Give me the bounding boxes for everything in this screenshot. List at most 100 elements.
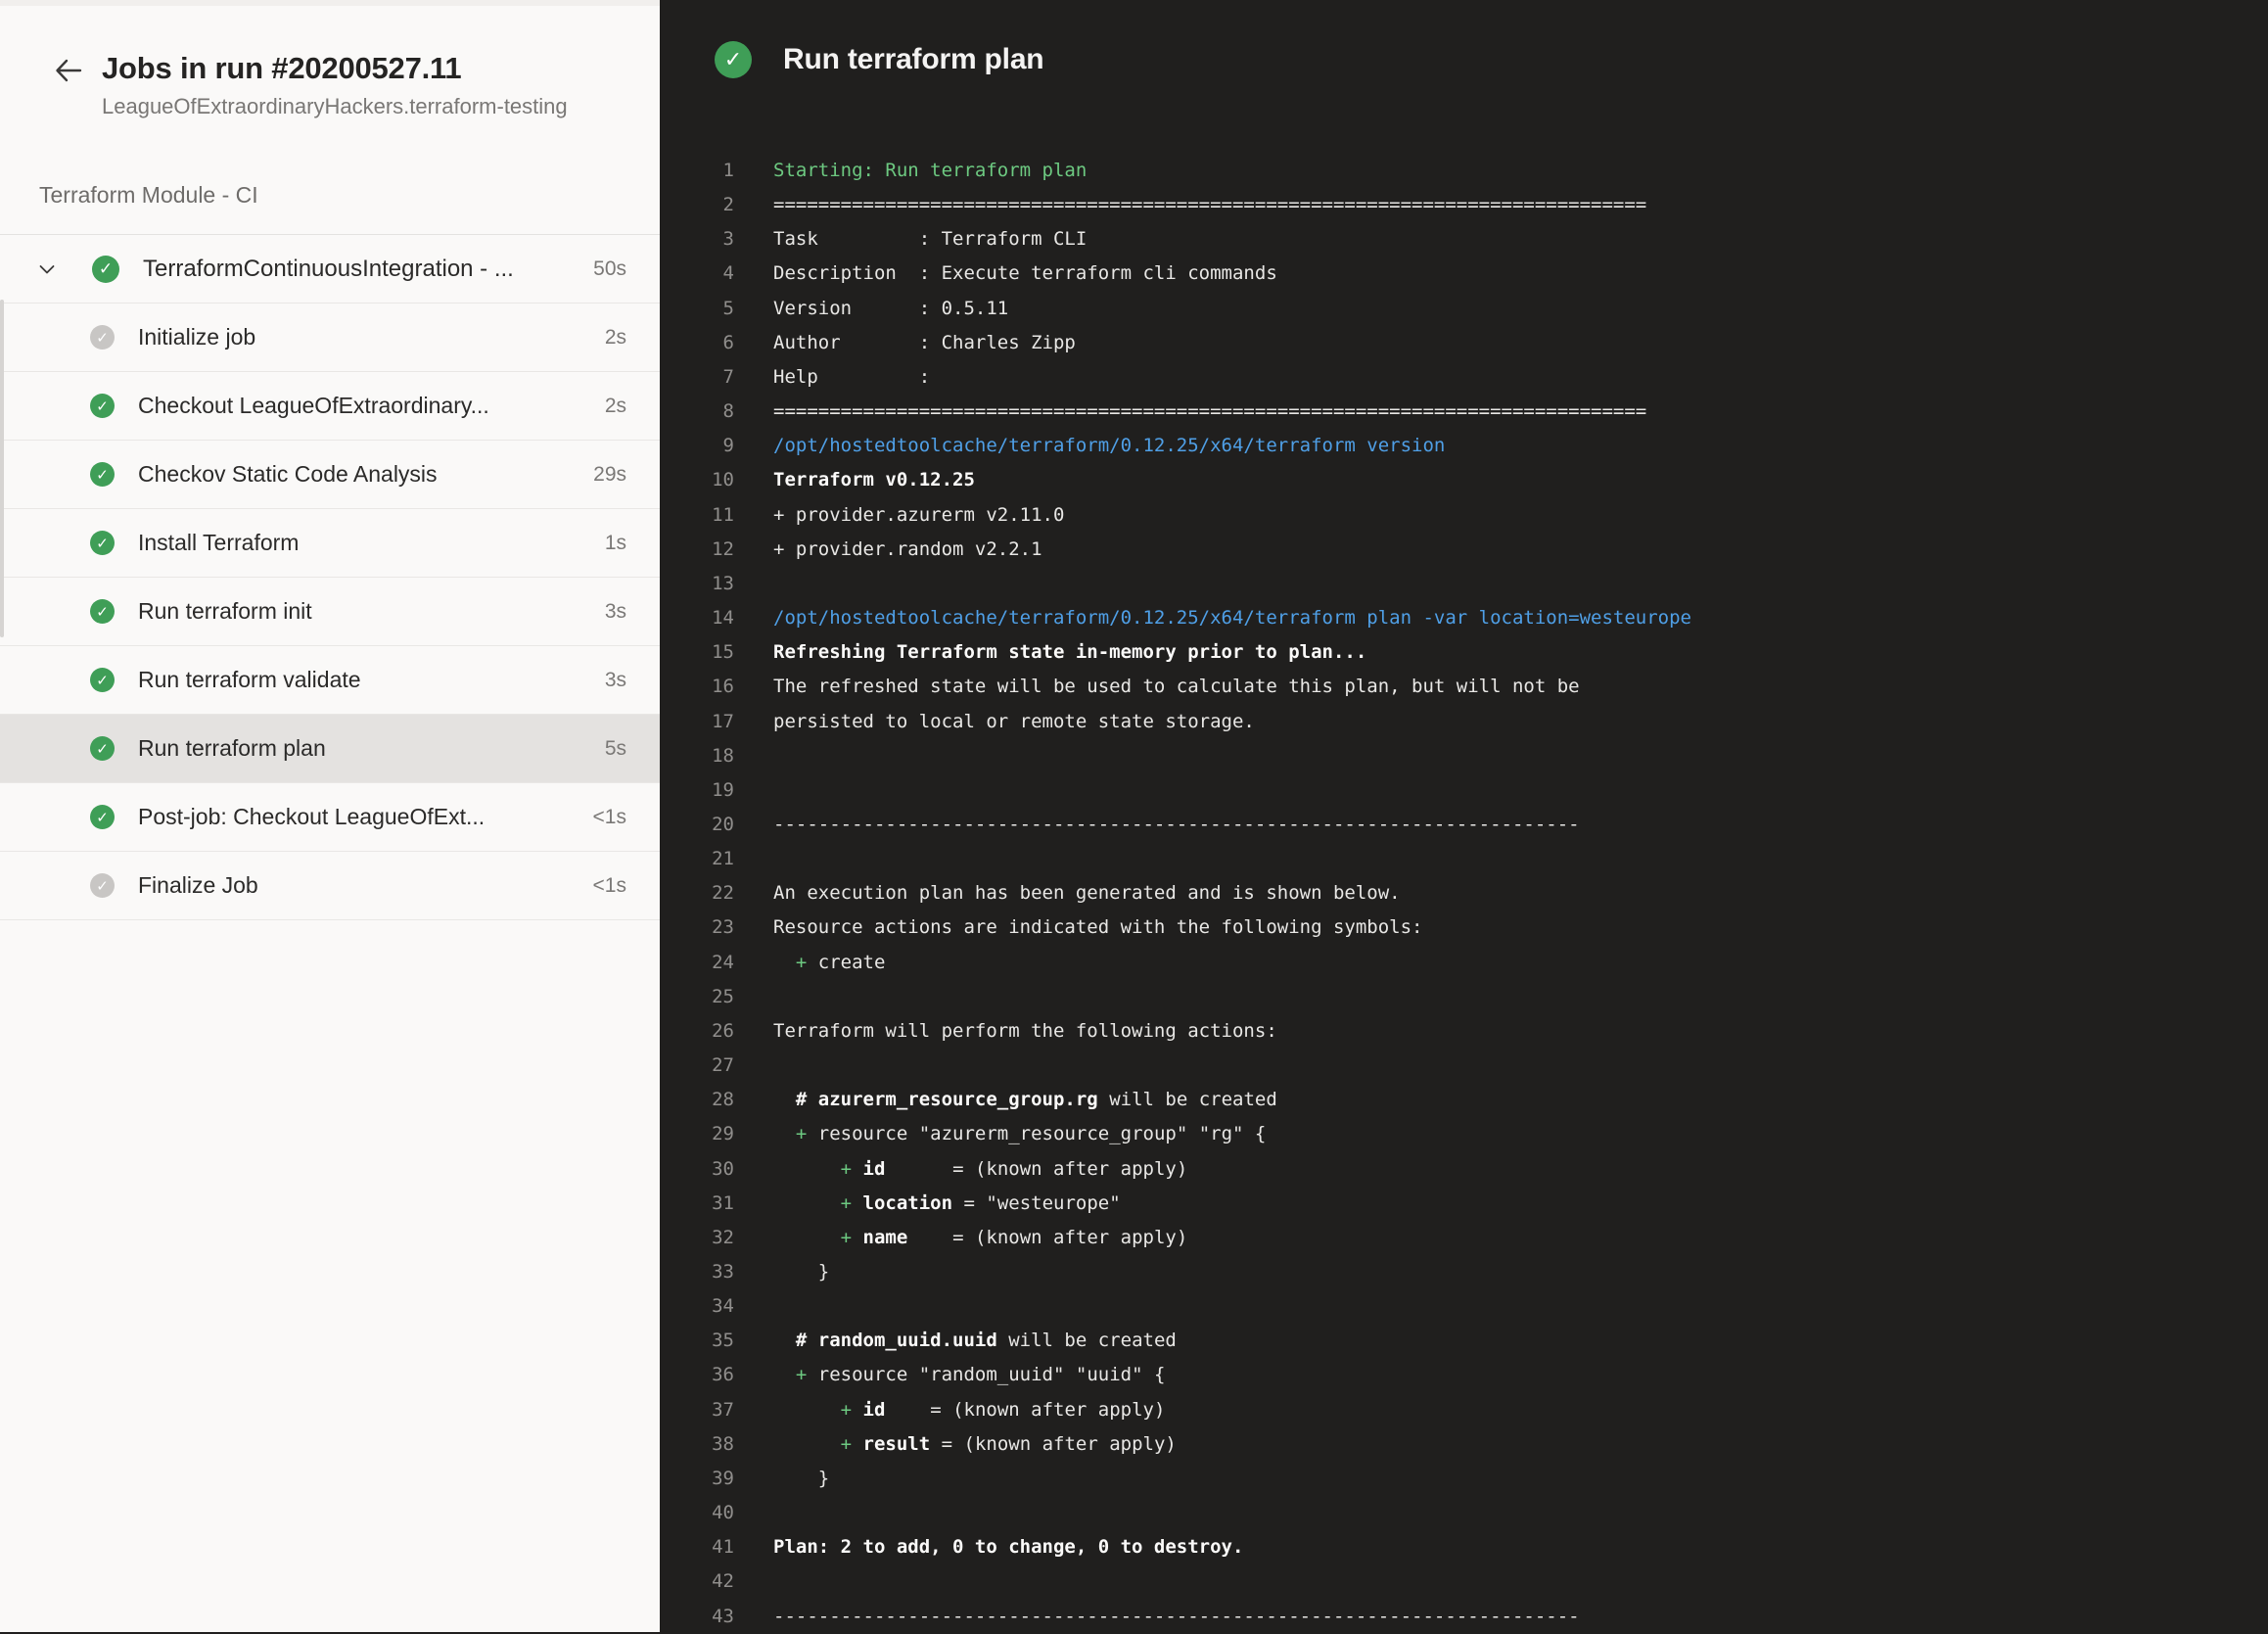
job-step-row[interactable]: ✓Initialize job2s xyxy=(0,303,660,372)
line-number[interactable]: 36 xyxy=(660,1358,734,1392)
line-number[interactable]: 27 xyxy=(660,1049,734,1083)
log-line: 41 Plan: 2 to add, 0 to change, 0 to dest… xyxy=(660,1530,2268,1564)
step-label: Finalize Job xyxy=(138,872,576,899)
log-line: 9/opt/hostedtoolcache/terraform/0.12.25/… xyxy=(660,429,2268,463)
success-check-circle-icon: ✓ xyxy=(92,256,119,283)
job-row[interactable]: ✓TerraformContinuousIntegration - ...50s xyxy=(0,235,660,303)
step-label: Post-job: Checkout LeagueOfExt... xyxy=(138,804,576,830)
line-number[interactable]: 37 xyxy=(660,1393,734,1427)
log-line: 14/opt/hostedtoolcache/terraform/0.12.25… xyxy=(660,601,2268,635)
line-number[interactable]: 33 xyxy=(660,1255,734,1289)
log-line: 25 xyxy=(660,980,2268,1014)
line-number[interactable]: 1 xyxy=(660,154,734,188)
line-number[interactable]: 14 xyxy=(660,601,734,635)
line-number[interactable]: 12 xyxy=(660,533,734,567)
log-line: 33 } xyxy=(660,1255,2268,1289)
chevron-down-icon[interactable] xyxy=(37,259,57,279)
line-number[interactable]: 28 xyxy=(660,1083,734,1117)
line-number[interactable]: 8 xyxy=(660,395,734,429)
log-line: 31 + location = "westeurope" xyxy=(660,1187,2268,1221)
line-number[interactable]: 16 xyxy=(660,670,734,704)
line-number[interactable]: 35 xyxy=(660,1324,734,1358)
line-number[interactable]: 40 xyxy=(660,1496,734,1530)
line-number[interactable]: 30 xyxy=(660,1152,734,1187)
sidebar-header: Jobs in run #20200527.11 LeagueOfExtraor… xyxy=(0,6,660,119)
job-label: TerraformContinuousIntegration - ... xyxy=(143,256,576,283)
line-number[interactable]: 3 xyxy=(660,222,734,257)
line-content: Plan: 2 to add, 0 to change, 0 to destro… xyxy=(773,1530,1243,1564)
step-label: Initialize job xyxy=(138,324,587,350)
line-number[interactable]: 43 xyxy=(660,1600,734,1634)
step-duration: 1s xyxy=(605,532,626,555)
line-number[interactable]: 31 xyxy=(660,1187,734,1221)
line-number[interactable]: 6 xyxy=(660,326,734,360)
line-content: Help : xyxy=(773,360,930,395)
log-line: 12+ provider.random v2.2.1 xyxy=(660,533,2268,567)
line-number[interactable]: 24 xyxy=(660,946,734,980)
log-line: 11 + provider.azurerm v2.11.0 xyxy=(660,498,2268,533)
sidebar-scrollbar[interactable] xyxy=(0,300,4,637)
page-title: Jobs in run #20200527.11 xyxy=(102,49,568,88)
line-content: /opt/hostedtoolcache/terraform/0.12.25/x… xyxy=(773,429,1445,463)
step-label: Run terraform validate xyxy=(138,667,587,693)
log-line: 22An execution plan has been generated a… xyxy=(660,876,2268,910)
job-step-row[interactable]: ✓Run terraform init3s xyxy=(0,578,660,646)
success-check-circle-icon: ✓ xyxy=(90,531,115,555)
log-line: 15Refreshing Terraform state in-memory p… xyxy=(660,635,2268,670)
line-content: Terraform will perform the following act… xyxy=(773,1014,1277,1049)
success-check-circle-icon: ✓ xyxy=(90,462,115,487)
line-number[interactable]: 2 xyxy=(660,188,734,222)
line-number[interactable]: 17 xyxy=(660,705,734,739)
line-number[interactable]: 9 xyxy=(660,429,734,463)
log-line: 28 # azurerm_resource_group.rg will be c… xyxy=(660,1083,2268,1117)
job-step-row[interactable]: ✓Checkout LeagueOfExtraordinary...2s xyxy=(0,372,660,441)
line-content: } xyxy=(773,1462,829,1496)
line-content: Author : Charles Zipp xyxy=(773,326,1076,360)
line-number[interactable]: 10 xyxy=(660,463,734,497)
log-line: 26 Terraform will perform the following a… xyxy=(660,1014,2268,1049)
line-number[interactable]: 41 xyxy=(660,1530,734,1564)
neutral-check-circle-icon: ✓ xyxy=(90,873,115,898)
line-number[interactable]: 4 xyxy=(660,257,734,291)
line-number[interactable]: 32 xyxy=(660,1221,734,1255)
line-number[interactable]: 20 xyxy=(660,808,734,842)
step-duration: 2s xyxy=(605,395,626,418)
line-number[interactable]: 21 xyxy=(660,842,734,876)
line-number[interactable]: 39 xyxy=(660,1462,734,1496)
line-number[interactable]: 15 xyxy=(660,635,734,670)
line-number[interactable]: 5 xyxy=(660,292,734,326)
step-duration: <1s xyxy=(593,874,626,898)
job-step-row[interactable]: ✓Post-job: Checkout LeagueOfExt...<1s xyxy=(0,783,660,852)
log-line: 4Description : Execute terraform cli com… xyxy=(660,257,2268,291)
line-number[interactable]: 23 xyxy=(660,910,734,945)
line-number[interactable]: 13 xyxy=(660,567,734,601)
line-content: The refreshed state will be used to calc… xyxy=(773,670,1580,704)
log-line: 27 xyxy=(660,1049,2268,1083)
line-number[interactable]: 34 xyxy=(660,1289,734,1324)
success-check-circle-icon: ✓ xyxy=(90,668,115,692)
back-button[interactable] xyxy=(51,53,86,88)
job-step-row[interactable]: ✓ Finalize Job <1s xyxy=(0,852,660,920)
line-number[interactable]: 22 xyxy=(660,876,734,910)
success-check-circle-icon: ✓ xyxy=(90,736,115,761)
job-step-row[interactable]: ✓ Run terraform validate 3s xyxy=(0,646,660,715)
log-line: 8=======================================… xyxy=(660,395,2268,429)
line-number[interactable]: 38 xyxy=(660,1427,734,1462)
line-content: Starting: Run terraform plan xyxy=(773,154,1087,188)
job-step-row[interactable]: ✓Install Terraform1s xyxy=(0,509,660,578)
step-duration: 3s xyxy=(605,669,626,692)
line-content: + provider.azurerm v2.11.0 xyxy=(773,498,1064,533)
line-number[interactable]: 11 xyxy=(660,498,734,533)
job-step-row[interactable]: ✓Run terraform plan5s xyxy=(0,715,660,783)
line-number[interactable]: 7 xyxy=(660,360,734,395)
line-number[interactable]: 18 xyxy=(660,739,734,773)
line-number[interactable]: 26 xyxy=(660,1014,734,1049)
job-step-row[interactable]: ✓Checkov Static Code Analysis29s xyxy=(0,441,660,509)
log-line: 20--------------------------------------… xyxy=(660,808,2268,842)
log-line: 39 } xyxy=(660,1462,2268,1496)
line-number[interactable]: 19 xyxy=(660,773,734,808)
line-number[interactable]: 25 xyxy=(660,980,734,1014)
log-line: 18 xyxy=(660,739,2268,773)
line-number[interactable]: 29 xyxy=(660,1117,734,1151)
line-number[interactable]: 42 xyxy=(660,1564,734,1599)
